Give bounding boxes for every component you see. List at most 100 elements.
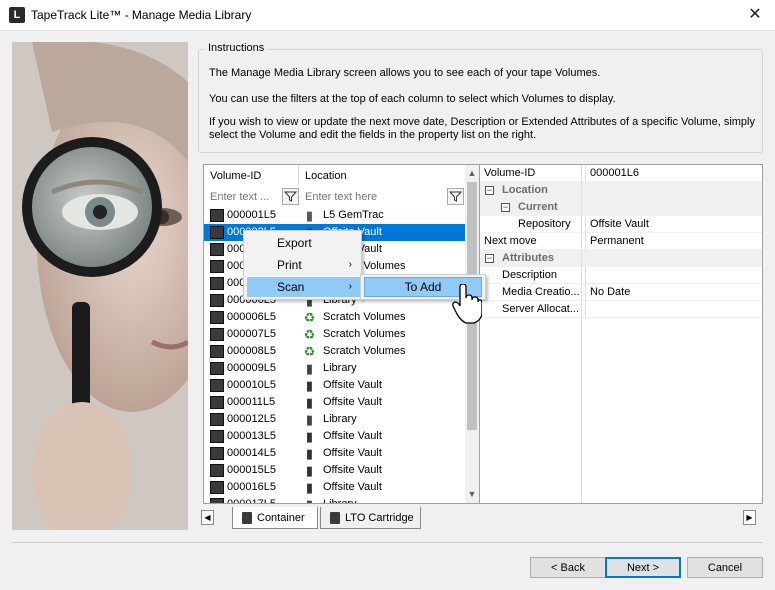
collapse-icon[interactable]: − xyxy=(501,203,510,212)
location-cell: ▮ Library xyxy=(300,412,466,427)
property-row-repository[interactable]: Repository Offsite Vault xyxy=(480,216,762,233)
table-row[interactable]: 000014L5 ▮ Offsite Vault xyxy=(204,445,466,462)
table-row[interactable]: 000007L5 ♻ Scratch Volumes xyxy=(204,326,466,343)
volume-id-text: 000008L5 xyxy=(227,345,276,357)
property-value[interactable] xyxy=(585,267,590,284)
category-location[interactable]: − Location xyxy=(480,182,762,199)
category-label: Location xyxy=(502,184,548,196)
cancel-button[interactable]: Cancel xyxy=(687,557,763,578)
instructions-paragraph-2: You can use the filters at the top of ea… xyxy=(209,93,616,105)
location-text: L5 GemTrac xyxy=(323,209,384,221)
vault-icon: ▮ xyxy=(305,395,314,410)
collapse-icon[interactable]: − xyxy=(485,186,494,195)
divider xyxy=(12,542,763,543)
back-button[interactable]: < Back xyxy=(530,557,606,578)
instructions-paragraph-3-line-1: If you wish to view or update the next m… xyxy=(209,116,755,128)
property-column-divider[interactable] xyxy=(581,165,582,503)
volume-grid[interactable]: Volume-ID Location 000001L5▮L5 GemTrac00… xyxy=(203,164,480,504)
tape-volume-icon xyxy=(210,294,224,307)
volume-id-text: 000015L5 xyxy=(227,464,276,476)
scroll-down-icon[interactable]: ▼ xyxy=(465,487,479,501)
menu-item-label: Export xyxy=(277,236,312,250)
menu-item-print[interactable]: Print › xyxy=(247,255,360,275)
volume-id-text: 000016L5 xyxy=(227,481,276,493)
location-text: Library xyxy=(323,362,357,374)
table-row[interactable]: 000006L5 ♻ Scratch Volumes xyxy=(204,309,466,326)
location-cell: ▮ Offsite Vault xyxy=(300,463,466,478)
location-cell: ♻ Scratch Volumes xyxy=(300,327,466,342)
volume-id-filter-button[interactable] xyxy=(282,188,299,205)
property-row-next-move[interactable]: Next move Permanent xyxy=(480,233,762,250)
location-cell: ▮ Offsite Vault xyxy=(300,378,466,393)
volume-id-text: 000012L5 xyxy=(227,413,276,425)
location-text: Offsite Vault xyxy=(323,481,382,493)
property-row-description[interactable]: Description xyxy=(480,267,762,284)
location-cell: ▮ Library xyxy=(300,497,466,503)
tab-lto-cartridge[interactable]: LTO Cartridge xyxy=(320,507,421,529)
category-attributes[interactable]: − Attributes xyxy=(480,250,762,267)
menu-item-export[interactable]: Export xyxy=(247,233,360,253)
location-filter-button[interactable] xyxy=(447,188,464,205)
property-name: Next move xyxy=(484,235,537,247)
woman-magnifier-illustration xyxy=(12,42,188,530)
tab-container[interactable]: Container xyxy=(232,507,318,529)
volume-id-text: 000011L5 xyxy=(227,396,276,408)
menu-item-scan[interactable]: Scan › xyxy=(247,277,360,297)
volume-id-cell: 000001L5 xyxy=(210,208,300,223)
property-name: Repository xyxy=(518,218,571,230)
table-row[interactable]: 000009L5 ▮ Library xyxy=(204,360,466,377)
table-row[interactable]: 000013L5 ▮ Offsite Vault xyxy=(204,428,466,445)
category-label: Attributes xyxy=(502,252,554,264)
context-menu: Export Print › Scan › xyxy=(243,230,362,300)
property-name: Volume-ID xyxy=(484,167,536,179)
table-row[interactable]: 000001L5 ▮ L5 GemTrac xyxy=(204,207,466,224)
column-header-volume-id[interactable]: Volume-ID xyxy=(204,165,299,187)
property-value[interactable]: Offsite Vault xyxy=(585,216,649,233)
volume-id-text: 000007L5 xyxy=(227,328,276,340)
property-value[interactable]: Permanent xyxy=(585,233,644,250)
location-cell: ▮ Library xyxy=(300,361,466,376)
instructions-paragraph-1: The Manage Media Library screen allows y… xyxy=(209,67,601,79)
tab-scroll-right-icon[interactable]: ▶ xyxy=(743,510,756,525)
volume-id-cell: 000007L5 xyxy=(210,327,300,342)
vault-icon: ▮ xyxy=(305,463,314,478)
instructions-heading: Instructions xyxy=(205,42,268,54)
property-row-media-creation[interactable]: Media Creatio... No Date xyxy=(480,284,762,301)
table-row[interactable]: 000017L5 ▮ Library xyxy=(204,496,466,504)
close-button[interactable]: ✕ xyxy=(740,4,770,26)
tape-volume-icon xyxy=(210,498,224,503)
volume-id-filter-input[interactable] xyxy=(204,187,282,207)
collapse-icon[interactable]: − xyxy=(485,254,494,263)
table-row[interactable]: 000015L5 ▮ Offsite Vault xyxy=(204,462,466,479)
property-value[interactable]: No Date xyxy=(585,284,630,301)
category-current[interactable]: − Current xyxy=(480,199,762,216)
tape-volume-icon xyxy=(210,362,224,375)
table-row[interactable]: 000011L5 ▮ Offsite Vault xyxy=(204,394,466,411)
location-text: Library xyxy=(323,413,357,425)
table-row[interactable]: 000010L5 ▮ Offsite Vault xyxy=(204,377,466,394)
vault-icon: ▮ xyxy=(305,378,314,393)
property-row-volume-id[interactable]: Volume-ID 000001L6 xyxy=(480,165,762,182)
library-icon: ▮ xyxy=(302,497,317,503)
property-row-server-allocation[interactable]: Server Allocat... xyxy=(480,301,762,318)
tape-volume-icon xyxy=(210,328,224,341)
property-value[interactable] xyxy=(585,301,590,318)
tab-scroll-left-icon[interactable]: ◀ xyxy=(201,510,214,525)
scroll-up-icon[interactable]: ▲ xyxy=(465,166,479,180)
tape-volume-icon xyxy=(210,311,224,324)
volume-id-text: 000017L5 xyxy=(227,498,276,504)
property-grid[interactable]: Volume-ID 000001L6 − Location − Current … xyxy=(480,164,763,504)
property-value[interactable]: 000001L6 xyxy=(585,165,639,182)
table-row[interactable]: 000008L5 ♻ Scratch Volumes xyxy=(204,343,466,360)
tape-volume-icon xyxy=(210,277,224,290)
location-filter-input[interactable] xyxy=(299,187,447,207)
library-icon: ▮ xyxy=(305,412,314,427)
column-header-location[interactable]: Location xyxy=(299,165,466,187)
library-gem-icon: ▮ xyxy=(305,208,314,223)
tape-volume-icon xyxy=(210,226,224,239)
next-button[interactable]: Next > xyxy=(605,557,681,578)
table-row[interactable]: 000016L5 ▮ Offsite Vault xyxy=(204,479,466,496)
location-text: Scratch Volumes xyxy=(323,345,406,357)
volume-id-cell: 000016L5 xyxy=(210,480,300,495)
table-row[interactable]: 000012L5 ▮ Library xyxy=(204,411,466,428)
